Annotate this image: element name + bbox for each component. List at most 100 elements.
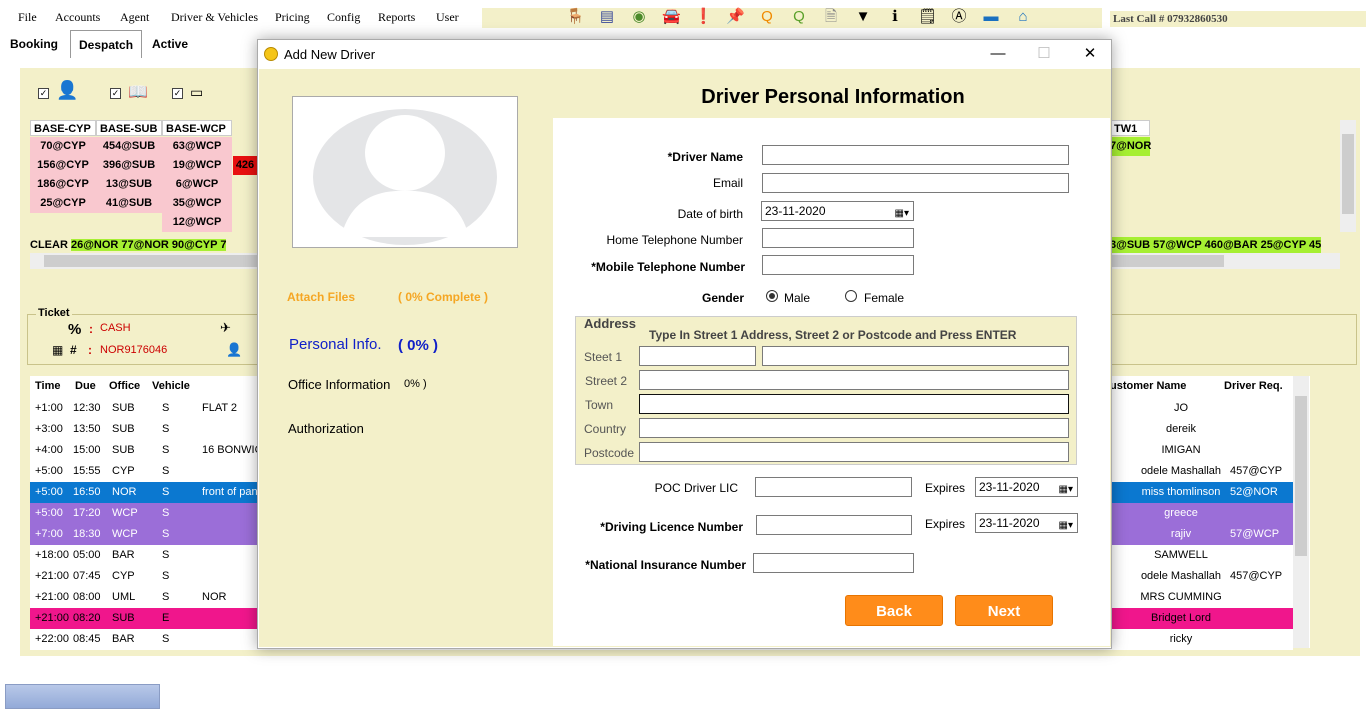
bottom-panel-button[interactable]	[5, 684, 160, 709]
menu-config[interactable]: Config	[327, 10, 360, 25]
base-cell[interactable]: 19@WCP	[162, 156, 232, 175]
calendar-icon[interactable]: ▦▾	[1059, 481, 1073, 499]
poc-expiry-picker[interactable]: 23-11-2020 ▦▾	[975, 477, 1078, 497]
town-input[interactable]	[639, 394, 1069, 414]
menu-user[interactable]: User	[436, 10, 459, 25]
cell-due: 08:20	[73, 612, 101, 624]
col-office[interactable]: Office	[109, 380, 140, 392]
alert-icon[interactable]: ❗	[694, 8, 713, 26]
menu-accounts[interactable]: Accounts	[55, 10, 100, 25]
base-cell[interactable]: 70@CYP	[30, 137, 96, 156]
base-cell[interactable]: 63@WCP	[162, 137, 232, 156]
clear-values-left[interactable]: 26@NOR 77@NOR 90@CYP 7	[70, 239, 227, 251]
search-q-icon[interactable]: Q	[758, 8, 776, 26]
list-icon[interactable]: ▤	[598, 8, 616, 26]
base-cell[interactable]: 12@WCP	[162, 213, 232, 232]
email-input[interactable]	[762, 173, 1069, 193]
base-cell[interactable]: 41@SUB	[96, 194, 162, 213]
cell-veh: S	[162, 402, 170, 414]
at-icon[interactable]: Ⓐ	[950, 8, 968, 26]
authorization-link[interactable]: Authorization	[288, 421, 364, 436]
street2-input[interactable]	[639, 370, 1069, 390]
base-cell[interactable]: 35@WCP	[162, 194, 232, 213]
payment-value: CASH	[100, 322, 131, 334]
base-extra[interactable]: 426	[233, 156, 257, 175]
personal-info-link[interactable]: Personal Info.	[289, 336, 382, 353]
col-customer-name[interactable]: ustomer Name	[1110, 380, 1186, 392]
cell-due: 16:50	[73, 486, 101, 498]
close-button[interactable]: ✕	[1067, 40, 1113, 69]
pin-icon[interactable]: 📌	[726, 8, 745, 26]
gender-female-radio[interactable]	[845, 290, 857, 302]
dl-expiry-picker[interactable]: 23-11-2020 ▦▾	[975, 513, 1078, 533]
menu-driver-vehicles[interactable]: Driver & Vehicles	[171, 10, 258, 25]
mobile-tel-input[interactable]	[762, 255, 914, 275]
base-cell[interactable]: 6@WCP	[162, 175, 232, 194]
ni-number-input[interactable]	[753, 553, 914, 573]
driver-photo[interactable]	[292, 96, 518, 248]
tab-despatch[interactable]: Despatch	[70, 30, 143, 58]
calendar-icon[interactable]: ▦▾	[1059, 517, 1073, 535]
monitor-icon[interactable]: ▬	[982, 8, 1000, 26]
tab-booking[interactable]: Booking	[2, 30, 66, 58]
filter-checkbox-driver[interactable]: ✓	[38, 88, 49, 99]
next-button[interactable]: Next	[955, 595, 1053, 626]
menu-reports[interactable]: Reports	[378, 10, 415, 25]
filter-checkbox-card[interactable]: ✓	[172, 88, 183, 99]
attach-files-link[interactable]: Attach Files	[287, 290, 355, 304]
base-cell[interactable]: 156@CYP	[30, 156, 96, 175]
gender-male-radio[interactable]	[766, 290, 778, 302]
maximize-button[interactable]: ☐	[1021, 40, 1067, 69]
cell-office: SUB	[112, 402, 135, 414]
filter-icon[interactable]: ▼	[854, 8, 872, 26]
cell-office: BAR	[112, 549, 135, 561]
col-due[interactable]: Due	[75, 380, 96, 392]
menu-agent[interactable]: Agent	[120, 10, 149, 25]
document-icon[interactable]: 🗎	[822, 8, 840, 26]
country-input[interactable]	[639, 418, 1069, 438]
poc-label: POC Driver LIC	[654, 481, 738, 495]
base-cell[interactable]: 454@SUB	[96, 137, 162, 156]
info-icon[interactable]: ℹ	[886, 8, 904, 26]
filter-checkbox-book[interactable]: ✓	[110, 88, 121, 99]
clear-values-right[interactable]: 3@SUB 57@WCP 460@BAR 25@CYP 45	[1110, 237, 1322, 253]
base-vertical-scrollbar[interactable]	[1340, 120, 1356, 232]
home-icon[interactable]: ⌂	[1014, 8, 1032, 26]
car-icon[interactable]: 🚘	[662, 8, 681, 26]
dl-number-input[interactable]	[756, 515, 912, 535]
cell-cust: Bridget Lord	[1151, 612, 1211, 624]
col-time[interactable]: Time	[35, 380, 60, 392]
menu-pricing[interactable]: Pricing	[275, 10, 310, 25]
back-button[interactable]: Back	[845, 595, 943, 626]
base-cell[interactable]: 25@CYP	[30, 194, 96, 213]
poc-input[interactable]	[755, 477, 912, 497]
office-info-link[interactable]: Office Information	[288, 377, 390, 392]
desk-icon[interactable]: 🪑	[566, 8, 585, 26]
cell-due: 15:55	[73, 465, 101, 477]
street1-number-input[interactable]	[639, 346, 756, 366]
cell-addr: front of panc	[202, 486, 264, 498]
calendar-icon[interactable]: ▦▾	[895, 205, 909, 223]
minimize-button[interactable]: —	[975, 40, 1021, 69]
driver-name-label: *Driver Name	[667, 150, 743, 164]
dob-picker[interactable]: 23-11-2020 ▦▾	[761, 201, 914, 221]
col-driver-req[interactable]: Driver Req.	[1224, 380, 1283, 392]
base-cell[interactable]: 396@SUB	[96, 156, 162, 175]
search-w-icon[interactable]: Q	[790, 8, 808, 26]
tab-active[interactable]: Active	[144, 30, 196, 58]
booking-vertical-scrollbar[interactable]	[1293, 376, 1309, 648]
base-cell-tw1[interactable]: 7@NOR	[1110, 137, 1151, 156]
base-cell[interactable]: 186@CYP	[30, 175, 96, 194]
clock-icon[interactable]: ◉	[630, 8, 648, 26]
street1-input[interactable]	[762, 346, 1069, 366]
cell-due: 15:00	[73, 444, 101, 456]
col-vehicle[interactable]: Vehicle	[152, 380, 190, 392]
postcode-input[interactable]	[639, 442, 1069, 462]
menu-file[interactable]: File	[18, 10, 37, 25]
base-header-sub: BASE-SUB	[96, 120, 162, 136]
home-tel-input[interactable]	[762, 228, 914, 248]
base-cell[interactable]: 13@SUB	[96, 175, 162, 194]
dl-expires-label: Expires	[924, 517, 965, 531]
driver-name-input[interactable]	[762, 145, 1069, 165]
form-icon[interactable]: 🗒	[918, 8, 937, 26]
